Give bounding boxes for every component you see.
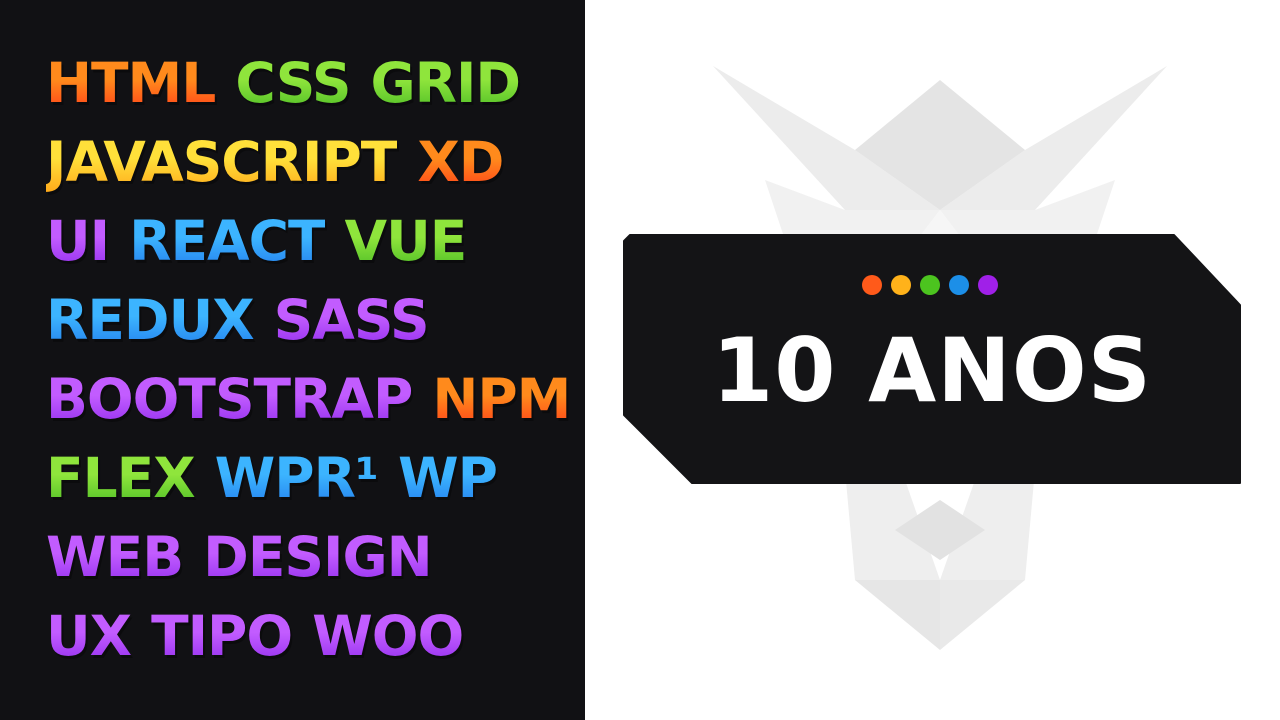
skill-word: SASS (274, 281, 430, 360)
color-dots (862, 275, 998, 295)
color-dot (978, 275, 998, 295)
color-dot (891, 275, 911, 295)
skill-word: WOO (312, 597, 464, 676)
skill-word: REDUX (46, 281, 255, 360)
skills-row: WEB DESIGN (46, 518, 576, 597)
anniversary-badge: 10 ANOS (622, 233, 1242, 488)
skills-row: BOOTSTRAP NPM (46, 360, 576, 439)
skill-word: WPR¹ (215, 439, 379, 518)
skill-word: CSS (235, 44, 351, 123)
skill-word: HTML (46, 44, 216, 123)
color-dot (949, 275, 969, 295)
skill-word: NPM (432, 360, 571, 439)
skills-row: REDUX SASS (46, 281, 576, 360)
skill-word: WEB (46, 518, 184, 597)
badge-title: 10 ANOS (711, 319, 1153, 422)
skills-panel: HTML CSS GRID JAVASCRIPT XD UI REACT VUE REDUX SA… (0, 0, 585, 720)
skill-word: UI (46, 202, 110, 281)
skills-row: FLEX WPR¹ WP (46, 439, 576, 518)
skill-word: BOOTSTRAP (46, 360, 413, 439)
skills-word-cloud: HTML CSS GRID JAVASCRIPT XD UI REACT VUE REDUX SA… (46, 44, 576, 676)
skill-word: WP (398, 439, 498, 518)
skill-word: JAVASCRIPT (46, 123, 398, 202)
color-dot (920, 275, 940, 295)
skills-row: UI REACT VUE (46, 202, 576, 281)
skills-row: HTML CSS GRID (46, 44, 576, 123)
color-dot (862, 275, 882, 295)
skill-word: TIPO (151, 597, 293, 676)
skill-word: REACT (129, 202, 325, 281)
skill-word: UX (46, 597, 132, 676)
skill-word: FLEX (46, 439, 196, 518)
skill-word: GRID (370, 44, 521, 123)
skill-word: VUE (345, 202, 468, 281)
skills-row: JAVASCRIPT XD (46, 123, 576, 202)
skills-row: UX TIPO WOO (46, 597, 576, 676)
skill-word: XD (417, 123, 504, 202)
skill-word: DESIGN (203, 518, 432, 597)
